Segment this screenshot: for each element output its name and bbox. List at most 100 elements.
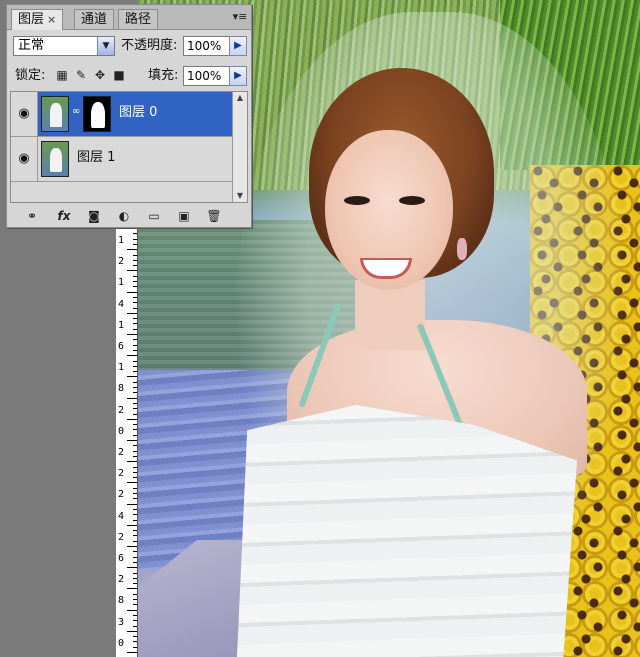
- tab-layers[interactable]: 图层 ×: [11, 9, 64, 30]
- ruler-label: 6: [118, 553, 125, 564]
- add-mask-icon[interactable]: ◙: [85, 207, 103, 225]
- ruler-label: 3: [118, 616, 125, 628]
- eye-icon[interactable]: ◉: [11, 92, 38, 136]
- new-layer-icon[interactable]: ▣: [175, 207, 193, 225]
- panel-menu-icon[interactable]: ▾≡: [232, 10, 248, 26]
- left-eye: [344, 196, 370, 205]
- ruler-tick: [133, 646, 137, 648]
- ruler-tick: [127, 567, 137, 569]
- right-eye: [399, 196, 425, 205]
- neck: [355, 280, 425, 350]
- scroll-up-icon[interactable]: ▲: [233, 92, 247, 104]
- fill-field[interactable]: 100%: [183, 66, 233, 86]
- ruler-tick: [133, 487, 137, 489]
- ruler-tick: [133, 413, 137, 415]
- scroll-down-icon[interactable]: ▼: [233, 190, 247, 202]
- lock-transparent-icon[interactable]: ▦: [55, 68, 69, 82]
- ruler-tick: [133, 259, 137, 261]
- ruler-tick: [133, 360, 137, 362]
- layer-thumbnail[interactable]: [41, 96, 69, 132]
- ruler-tick: [133, 381, 137, 383]
- lock-image-icon[interactable]: ✎: [74, 68, 88, 82]
- ruler-tick: [133, 625, 137, 627]
- ruler-tick: [127, 609, 137, 611]
- layer-thumbnail[interactable]: [41, 141, 69, 177]
- tab-close-icon[interactable]: ×: [47, 13, 56, 26]
- ruler-tick: [133, 572, 137, 574]
- earring: [457, 238, 467, 260]
- layer-mask-thumbnail[interactable]: [83, 96, 111, 132]
- trash-icon[interactable]: 🗑: [205, 207, 223, 225]
- ruler-tick: [127, 334, 137, 335]
- ruler-tick: [133, 493, 137, 494]
- ruler-tick: [133, 636, 137, 638]
- eye-icon[interactable]: ◉: [11, 137, 38, 181]
- mask-link-icon[interactable]: ∞: [72, 106, 80, 117]
- layers-scrollbar[interactable]: ▲ ▼: [232, 92, 247, 202]
- ruler-tick: [127, 376, 137, 378]
- ruler-tick: [133, 434, 137, 436]
- lock-all-icon[interactable]: ■: [112, 68, 126, 82]
- adjustment-layer-icon[interactable]: ◐: [115, 207, 133, 225]
- ruler-tick: [133, 286, 137, 288]
- layers-panel: 图层 × 通道 路径 ▾≡ 正常 ▼ 不透明度: 100% ▶ 锁定: ▦ ✎ ✥…: [6, 4, 252, 228]
- tab-paths[interactable]: 路径: [118, 9, 159, 29]
- tab-paths-label: 路径: [125, 12, 152, 27]
- ruler-tick: [133, 233, 137, 235]
- ruler-tick: [133, 455, 137, 457]
- ruler-tick: [133, 349, 137, 351]
- ruler-tick: [133, 466, 137, 468]
- ruler-tick: [133, 514, 137, 516]
- ruler-tick: [127, 291, 137, 293]
- panel-bottom-bar: ⚭ fx ◙ ◐ ▭ ▣ 🗑: [7, 205, 251, 227]
- new-group-icon[interactable]: ▭: [145, 207, 163, 225]
- ruler-tick: [133, 620, 137, 622]
- ruler-tick: [133, 477, 137, 479]
- link-layers-icon[interactable]: ⚭: [23, 207, 41, 225]
- ruler-tick: [127, 482, 137, 484]
- ruler-tick: [127, 397, 137, 399]
- layer-name[interactable]: 图层 1: [77, 149, 115, 167]
- chevron-down-icon[interactable]: ▼: [97, 37, 114, 55]
- ruler-tick: [133, 243, 137, 245]
- opacity-label: 不透明度:: [121, 38, 178, 53]
- lock-fill-row: 锁定: ▦ ✎ ✥ ■ 填充: 100% ▶: [7, 63, 251, 91]
- tab-channels[interactable]: 通道: [74, 9, 115, 29]
- ruler-tick: [133, 429, 137, 431]
- lock-position-icon[interactable]: ✥: [93, 68, 107, 82]
- ruler-tick: [133, 535, 137, 537]
- ruler-tick: [127, 418, 137, 420]
- ruler-tick: [127, 524, 137, 526]
- ruler-tick: [127, 249, 137, 251]
- opacity-field[interactable]: 100%: [183, 36, 233, 56]
- ruler-tick: [133, 371, 137, 373]
- ruler-tick: [133, 583, 137, 585]
- ruler-label: 2: [118, 404, 125, 416]
- ruler-tick: [133, 508, 137, 510]
- ruler-tick: [133, 408, 137, 410]
- ruler-tick: [133, 254, 137, 256]
- opacity-value: 100%: [187, 39, 222, 53]
- layers-list: ◉ ∞ 图层 0 ◉ 图层 1 ▲ ▼: [10, 91, 248, 203]
- vertical-ruler[interactable]: 1 2 1 4 1 6 1 8 2 0 2 2 2 4 2 6 2 8 3 0: [116, 228, 138, 657]
- fill-slider-button[interactable]: ▶: [229, 66, 247, 86]
- fx-icon[interactable]: fx: [55, 207, 73, 225]
- ruler-tick: [133, 318, 137, 320]
- ruler-tick: [133, 387, 137, 388]
- ruler-label: 2: [118, 531, 125, 543]
- ruler-tick: [127, 546, 137, 547]
- layer-name[interactable]: 图层 0: [119, 104, 157, 122]
- ruler-label: 0: [118, 425, 125, 437]
- layer-row-0[interactable]: ◉ ∞ 图层 0: [11, 92, 233, 137]
- ruler-tick: [127, 440, 137, 441]
- ruler-tick: [133, 402, 137, 404]
- ruler-tick: [133, 296, 137, 298]
- ruler-label: 1: [118, 319, 125, 331]
- blend-mode-select[interactable]: 正常 ▼: [13, 36, 115, 56]
- ruler-tick: [133, 328, 137, 330]
- opacity-slider-button[interactable]: ▶: [229, 36, 247, 56]
- ruler-tick: [127, 588, 137, 590]
- ruler-label: 2: [118, 489, 125, 501]
- ruler-tick: [133, 365, 137, 367]
- layer-row-1[interactable]: ◉ 图层 1: [11, 137, 233, 182]
